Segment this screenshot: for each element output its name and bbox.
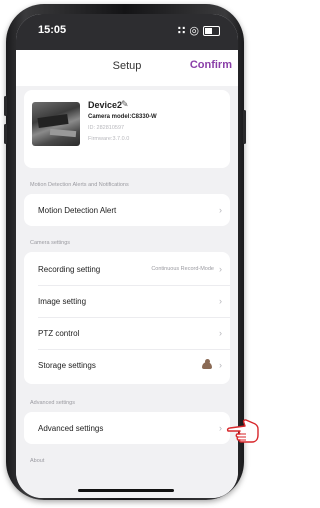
nav-header: Setup Confirm — [16, 50, 238, 86]
device-id: ID: 282810597 — [88, 125, 125, 131]
motion-card: Motion Detection Alert › — [24, 194, 230, 226]
wifi-icon: ◎ — [189, 25, 199, 37]
advanced-card: Advanced settings › — [24, 412, 230, 444]
chevron-right-icon: › — [219, 328, 222, 338]
device-model: Camera model:C8330-W — [88, 114, 157, 120]
advanced-settings-row[interactable]: Advanced settings › — [24, 413, 230, 443]
motion-detection-alert-row[interactable]: Motion Detection Alert › — [24, 195, 230, 225]
section-label-camera: Camera settings — [30, 240, 71, 246]
status-icons: ∷ ◎ — [178, 24, 220, 37]
settings-content: Device2 ✎ Camera model:C8330-W ID: 28281… — [16, 86, 238, 498]
row-label: Advanced settings — [38, 423, 104, 433]
signal-icon: ∷ — [177, 25, 186, 37]
edit-icon[interactable]: ✎ — [121, 99, 129, 110]
device-name: Device2 — [88, 100, 123, 110]
chevron-right-icon: › — [219, 264, 222, 274]
chevron-right-icon: › — [219, 360, 222, 370]
cloud-upload-icon — [202, 358, 212, 369]
status-time: 15:05 — [38, 24, 67, 36]
confirm-button[interactable]: Confirm — [190, 59, 232, 71]
row-label: Recording setting — [38, 264, 101, 274]
device-firmware: Firmware:3.7.0.0 — [88, 136, 130, 142]
storage-settings-row[interactable]: Storage settings › — [24, 350, 230, 380]
section-label-advanced: Advanced settings — [30, 400, 75, 406]
recording-setting-row[interactable]: Recording setting Continuous Record-Mode… — [24, 254, 230, 284]
phone-screen: 15:05 ∷ ◎ Setup Confirm Device2 ✎ Camera… — [16, 14, 238, 498]
volume-down-button — [4, 124, 7, 144]
row-label: Motion Detection Alert — [38, 205, 117, 215]
image-setting-row[interactable]: Image setting › — [24, 286, 230, 316]
section-label-motion: Motion Detection Alerts and Notification… — [30, 182, 129, 188]
row-label: Image setting — [38, 296, 87, 306]
chevron-right-icon: › — [219, 205, 222, 215]
chevron-right-icon: › — [219, 296, 222, 306]
home-indicator — [78, 489, 174, 492]
ptz-control-row[interactable]: PTZ control › — [24, 318, 230, 348]
row-label: Storage settings — [38, 360, 96, 370]
stage: 15:05 ∷ ◎ Setup Confirm Device2 ✎ Camera… — [0, 0, 265, 508]
recording-mode-value: Continuous Record-Mode — [151, 266, 214, 272]
chevron-right-icon: › — [219, 423, 222, 433]
battery-icon — [203, 25, 220, 36]
camera-thumbnail — [32, 102, 80, 146]
status-bar: 15:05 ∷ ◎ — [16, 14, 238, 44]
power-button — [243, 110, 246, 144]
camera-settings-card: Recording setting Continuous Record-Mode… — [24, 252, 230, 384]
pointing-hand-icon — [226, 419, 259, 443]
volume-up-button — [4, 96, 7, 116]
row-label: PTZ control — [38, 328, 80, 338]
device-card: Device2 ✎ Camera model:C8330-W ID: 28281… — [24, 90, 230, 168]
section-label-about: About — [30, 458, 45, 464]
